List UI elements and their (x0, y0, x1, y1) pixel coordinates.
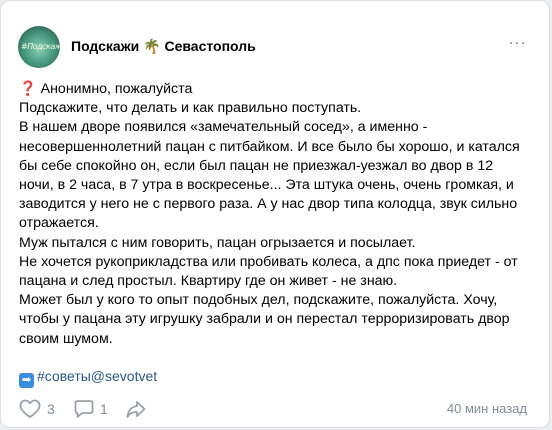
post-line: своим шумом. (19, 330, 113, 347)
hashtag-text: #советы@sevotvet (37, 368, 158, 384)
post-line-text: Анонимно, пожалуйста (40, 81, 193, 97)
question-mark-icon: ❓ (19, 81, 37, 97)
post-line: Подскажите, что делать и как правильно п… (19, 100, 362, 117)
share-icon (126, 401, 146, 418)
like-button[interactable]: 3 (19, 399, 55, 419)
share-button[interactable] (126, 399, 146, 419)
comment-icon (74, 400, 94, 418)
post-line: В нашем дворе появился «замечательный со… (19, 119, 428, 136)
like-count: 3 (47, 401, 55, 417)
heart-icon (19, 399, 41, 418)
comment-count: 1 (100, 401, 108, 417)
post-line: ночи, в 2 часа, в 7 утра в воскресенье..… (19, 177, 514, 194)
post-card: #Подскажи Подскажи 🌴 Севастополь ⋯ ❓ Ано… (0, 0, 550, 428)
more-options-icon[interactable]: ⋯ (508, 34, 527, 52)
avatar-lettering: #Подскажи (21, 42, 60, 51)
group-name-part2: Севастополь (160, 38, 256, 54)
hashtag-link[interactable]: ➡ #советы@sevotvet (19, 368, 157, 388)
post-line: Не хочется рукоприкладства или пробивать… (19, 253, 518, 270)
post-line: Может был у кого то опыт подобных дел, п… (19, 292, 498, 309)
post-line: несовершеннолетний пацан с питбайком. И … (19, 138, 520, 155)
group-avatar[interactable]: #Подскажи (18, 26, 60, 68)
post-line: отражается. (19, 215, 99, 232)
palm-icon: 🌴 (143, 38, 161, 54)
comment-button[interactable]: 1 (74, 399, 108, 419)
post-line: чтобы у пацана эту игрушку забрали и он … (19, 311, 510, 328)
post-line: заводится у него не с первого раза. А у … (19, 196, 518, 213)
arrow-right-icon: ➡ (19, 373, 34, 388)
group-name-part1: Подскажи (71, 38, 144, 54)
post-line: пацана и след простыл. Квартиру где он ж… (19, 273, 398, 290)
post-text: ❓ Анонимно, пожалуйста Подскажите, что д… (19, 80, 534, 349)
post-time[interactable]: 40 мин назад (447, 401, 527, 416)
group-name-link[interactable]: Подскажи 🌴 Севастополь (71, 38, 256, 55)
post-line: ❓ Анонимно, пожалуйста (19, 80, 534, 99)
post-line: Муж пытался с ним говорить, пацан огрыза… (19, 234, 416, 251)
post-line: бы себе спокойно он, если был пацан не п… (19, 157, 494, 174)
